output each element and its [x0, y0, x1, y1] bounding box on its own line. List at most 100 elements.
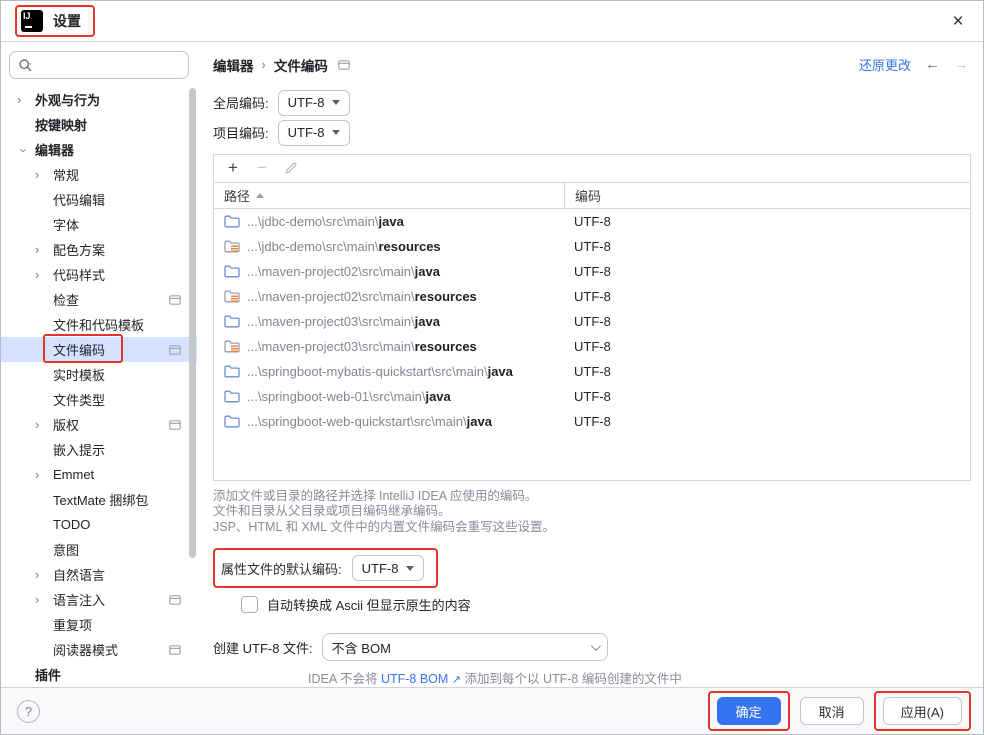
table-row[interactable]: ...\maven-project03\src\main\javaUTF-8: [214, 309, 970, 334]
sidebar-item-label: 配色方案: [53, 240, 105, 259]
sidebar-item[interactable]: ›版权: [1, 412, 197, 437]
ok-button[interactable]: 确定: [717, 697, 781, 725]
sidebar-item[interactable]: 实时模板: [1, 362, 197, 387]
sort-ascending-icon: [256, 193, 264, 198]
search-input[interactable]: [33, 58, 180, 73]
path-text: ...\jdbc-demo\src\main\java: [247, 214, 404, 229]
apply-button[interactable]: 应用(A): [883, 697, 962, 725]
sidebar-item[interactable]: TextMate 捆绑包: [1, 487, 197, 512]
sidebar-item[interactable]: ›配色方案: [1, 237, 197, 262]
sidebar-item[interactable]: ›语言注入: [1, 587, 197, 612]
column-header-path[interactable]: 路径: [214, 186, 564, 205]
search-wrap: [1, 42, 197, 83]
sidebar-item[interactable]: 意图: [1, 537, 197, 562]
sidebar-item[interactable]: ›常规: [1, 162, 197, 187]
sidebar-item[interactable]: 嵌入提示: [1, 437, 197, 462]
properties-encoding-dropdown[interactable]: UTF-8: [352, 555, 425, 581]
sidebar-scrollbar[interactable]: [189, 88, 196, 558]
create-utf8-value: 不含 BOM: [332, 638, 391, 657]
sidebar-item[interactable]: 按键映射: [1, 112, 197, 137]
sidebar-item[interactable]: 阅读器模式: [1, 637, 197, 662]
sidebar-item[interactable]: 检查: [1, 287, 197, 312]
create-utf8-dropdown[interactable]: 不含 BOM: [322, 633, 608, 661]
sidebar-item-label: 文件编码: [53, 340, 105, 359]
sidebar-item[interactable]: ›外观与行为: [1, 87, 197, 112]
chevron-right-icon[interactable]: ›: [17, 92, 35, 107]
sidebar-item[interactable]: 重复项: [1, 612, 197, 637]
sidebar-item-file-encodings[interactable]: 文件编码: [1, 337, 197, 362]
table-row[interactable]: ...\springboot-web-01\src\main\javaUTF-8: [214, 384, 970, 409]
encoding-cell: UTF-8: [564, 334, 970, 359]
table-empty-area: [214, 434, 970, 480]
sidebar-item[interactable]: ›代码样式: [1, 262, 197, 287]
project-encoding-dropdown[interactable]: UTF-8: [278, 120, 351, 146]
global-encoding-label: 全局编码:: [213, 93, 269, 112]
path-text: ...\springboot-web-01\src\main\java: [247, 389, 451, 404]
title-bar: IJ 设置 ×: [1, 1, 983, 42]
chevron-right-icon[interactable]: ›: [35, 267, 53, 282]
encoding-cell: UTF-8: [564, 359, 970, 384]
resources-folder-icon: [224, 339, 240, 353]
chevron-down-icon[interactable]: ›: [17, 144, 32, 158]
settings-sidebar: ›外观与行为按键映射›编辑器›常规代码编辑字体›配色方案›代码样式检查文件和代码…: [1, 42, 197, 687]
add-button[interactable]: +: [222, 157, 244, 179]
table-row[interactable]: ...\jdbc-demo\src\main\resourcesUTF-8: [214, 234, 970, 259]
chevron-right-icon[interactable]: ›: [35, 417, 53, 432]
back-arrow-icon[interactable]: ←: [925, 56, 940, 73]
encodings-table: + − 路径 编码 ...\jdbc-demo\src\main\javaUT: [213, 154, 971, 481]
help-icon[interactable]: ?: [17, 700, 40, 723]
dialog-body: ›外观与行为按键映射›编辑器›常规代码编辑字体›配色方案›代码样式检查文件和代码…: [1, 42, 983, 687]
cancel-button[interactable]: 取消: [800, 697, 864, 725]
folder-icon: [224, 214, 240, 228]
create-utf8-label: 创建 UTF-8 文件:: [213, 638, 313, 657]
chevron-right-icon[interactable]: ›: [35, 592, 53, 607]
chevron-right-icon[interactable]: ›: [35, 242, 53, 257]
transparent-ascii-checkbox[interactable]: [241, 596, 258, 613]
column-header-encoding[interactable]: 编码: [564, 183, 970, 208]
sidebar-item[interactable]: 文件类型: [1, 387, 197, 412]
chevron-down-icon: [332, 130, 340, 135]
help-line: JSP、HTML 和 XML 文件中的内置文件编码会重写这些设置。: [213, 520, 969, 536]
path-cell: ...\jdbc-demo\src\main\java: [214, 214, 564, 229]
table-row[interactable]: ...\springboot-web-quickstart\src\main\j…: [214, 409, 970, 434]
global-encoding-dropdown[interactable]: UTF-8: [278, 90, 351, 116]
table-row[interactable]: ...\maven-project02\src\main\javaUTF-8: [214, 259, 970, 284]
sidebar-item[interactable]: ›编辑器: [1, 137, 197, 162]
path-text: ...\maven-project02\src\main\resources: [247, 289, 477, 304]
sidebar-item-label: 常规: [53, 165, 79, 184]
chevron-down-icon: [591, 641, 601, 651]
chevron-right-icon[interactable]: ›: [35, 467, 53, 482]
sidebar-item[interactable]: 插件: [1, 662, 197, 687]
project-settings-icon: [169, 295, 181, 305]
sidebar-item[interactable]: 代码编辑: [1, 187, 197, 212]
sidebar-item-label: 代码编辑: [53, 190, 105, 209]
table-row[interactable]: ...\maven-project03\src\main\resourcesUT…: [214, 334, 970, 359]
global-encoding-row: 全局编码: UTF-8: [213, 90, 969, 116]
project-settings-icon: [169, 595, 181, 605]
breadcrumb: 编辑器 › 文件编码 还原更改 ← →: [213, 49, 969, 81]
folder-icon: [224, 389, 240, 403]
forward-arrow-icon[interactable]: →: [954, 56, 969, 73]
breadcrumb-editor[interactable]: 编辑器: [213, 55, 254, 75]
sidebar-item[interactable]: 文件和代码模板: [1, 312, 197, 337]
search-box[interactable]: [9, 51, 189, 79]
chevron-right-icon[interactable]: ›: [35, 167, 53, 182]
remove-button[interactable]: −: [251, 157, 273, 179]
sidebar-item-label: 实时模板: [53, 365, 105, 384]
table-row[interactable]: ...\jdbc-demo\src\main\javaUTF-8: [214, 209, 970, 234]
folder-icon: [224, 364, 240, 378]
edit-pencil-icon[interactable]: [280, 157, 302, 179]
sidebar-item[interactable]: 字体: [1, 212, 197, 237]
path-text: ...\springboot-mybatis-quickstart\src\ma…: [247, 364, 513, 379]
sidebar-item[interactable]: TODO: [1, 512, 197, 537]
table-row[interactable]: ...\springboot-mybatis-quickstart\src\ma…: [214, 359, 970, 384]
properties-encoding-value: UTF-8: [362, 561, 399, 576]
chevron-right-icon[interactable]: ›: [35, 567, 53, 582]
close-icon[interactable]: ×: [945, 9, 971, 35]
utf8-bom-link[interactable]: UTF-8 BOM: [381, 672, 448, 686]
sidebar-item[interactable]: ›Emmet: [1, 462, 197, 487]
table-row[interactable]: ...\maven-project02\src\main\resourcesUT…: [214, 284, 970, 309]
sidebar-item[interactable]: ›自然语言: [1, 562, 197, 587]
revert-changes-link[interactable]: 还原更改: [859, 55, 911, 74]
sidebar-item-label: 检查: [53, 290, 79, 309]
